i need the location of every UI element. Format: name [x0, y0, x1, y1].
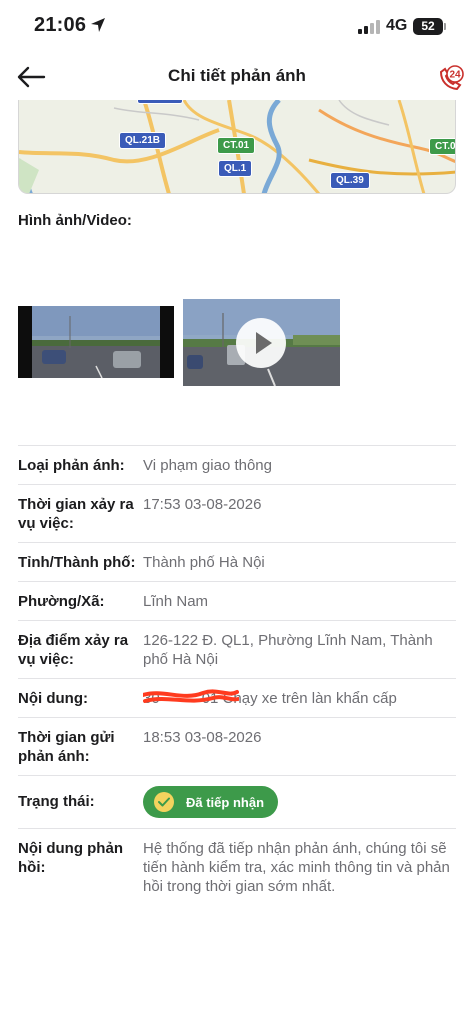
signal-icon: [358, 20, 380, 34]
detail-value: 18:53 03-08-2026: [143, 729, 262, 746]
road-tag-ql39: QL.39: [330, 172, 370, 189]
app-header: Chi tiết phản ánh: [0, 54, 474, 100]
road-tag-ct01-east: CT.01: [429, 138, 455, 155]
detail-label: Trạng thái:: [18, 793, 95, 810]
location-arrow-icon: [91, 18, 105, 32]
status-badge: Đã tiếp nhận: [143, 786, 279, 818]
detail-value: Hệ thống đã tiếp nhận phản ánh, chúng tô…: [143, 840, 450, 895]
location-map[interactable]: QL.21B CT.01 QL.1 QL.39 CT.01: [18, 100, 456, 194]
detail-value: 17:53 03-08-2026: [143, 496, 262, 513]
detail-row-status: Trạng thái: Đã tiếp nhận: [18, 775, 456, 828]
road-tag-ct01: CT.01: [217, 137, 256, 154]
battery-cap: [444, 23, 446, 30]
network-type: 4G: [386, 17, 408, 34]
detail-label: Loại phản ánh:: [18, 457, 125, 474]
detail-row-content: Nội dung: 30 01 Chạy xe trên làn khẩn cấp: [18, 678, 456, 717]
road-tag-ql1: QL.1: [218, 160, 253, 177]
image-thumbnail[interactable]: [18, 306, 174, 378]
detail-value: Thành phố Hà Nội: [143, 554, 265, 571]
detail-label: Nội dung:: [18, 690, 88, 707]
video-thumbnail[interactable]: [183, 299, 340, 386]
detail-row-province: Tỉnh/Thành phố: Thành phố Hà Nội: [18, 542, 456, 581]
detail-row-type: Loại phản ánh: Vi phạm giao thông: [18, 445, 456, 484]
detail-value: Vi phạm giao thông: [143, 457, 272, 474]
detail-label: Phường/Xã:: [18, 593, 105, 610]
detail-label: Thời gian gửi phản ánh:: [18, 729, 115, 765]
redaction-scribble: [143, 689, 239, 703]
hotline-24-icon[interactable]: 24: [436, 64, 466, 94]
check-circle-icon: [154, 792, 174, 812]
detail-row-location: Địa điểm xảy ra vụ việc: 126-122 Đ. QL1,…: [18, 620, 456, 678]
detail-label: Địa điểm xảy ra vụ việc:: [18, 632, 129, 668]
status-time: 21:06: [34, 14, 87, 36]
detail-value-content: 30 01 Chạy xe trên làn khẩn cấp: [143, 689, 456, 708]
road-tag-top: [137, 100, 183, 104]
hotline-badge: 24: [449, 70, 461, 81]
detail-label: Nội dung phản hồi:: [18, 840, 123, 876]
detail-label: Thời gian xảy ra vụ việc:: [18, 496, 134, 532]
detail-row-incident-time: Thời gian xảy ra vụ việc: 17:53 03-08-20…: [18, 484, 456, 542]
play-icon[interactable]: [236, 318, 286, 368]
media-label: Hình ảnh/Video:: [18, 212, 132, 229]
status-text: Đã tiếp nhận: [186, 794, 265, 810]
road-tag-ql21b: QL.21B: [119, 132, 167, 149]
status-bar: 21:06 4G 52: [0, 0, 474, 54]
detail-row-ward: Phường/Xã: Lĩnh Nam: [18, 581, 456, 620]
page-title: Chi tiết phản ánh: [168, 66, 306, 85]
detail-value: Lĩnh Nam: [143, 593, 209, 610]
detail-value: 126-122 Đ. QL1, Phường Lĩnh Nam, Thành p…: [143, 632, 433, 668]
detail-row-response: Nội dung phản hồi: Hệ thống đã tiếp nhận…: [18, 828, 456, 905]
detail-label: Tỉnh/Thành phố:: [18, 554, 136, 571]
detail-row-submit-time: Thời gian gửi phản ánh: 18:53 03-08-2026: [18, 717, 456, 775]
battery-icon: 52: [413, 18, 443, 35]
content-text: Chạy xe trên làn khẩn cấp: [222, 690, 397, 707]
report-details: Loại phản ánh: Vi phạm giao thông Thời g…: [18, 445, 456, 905]
